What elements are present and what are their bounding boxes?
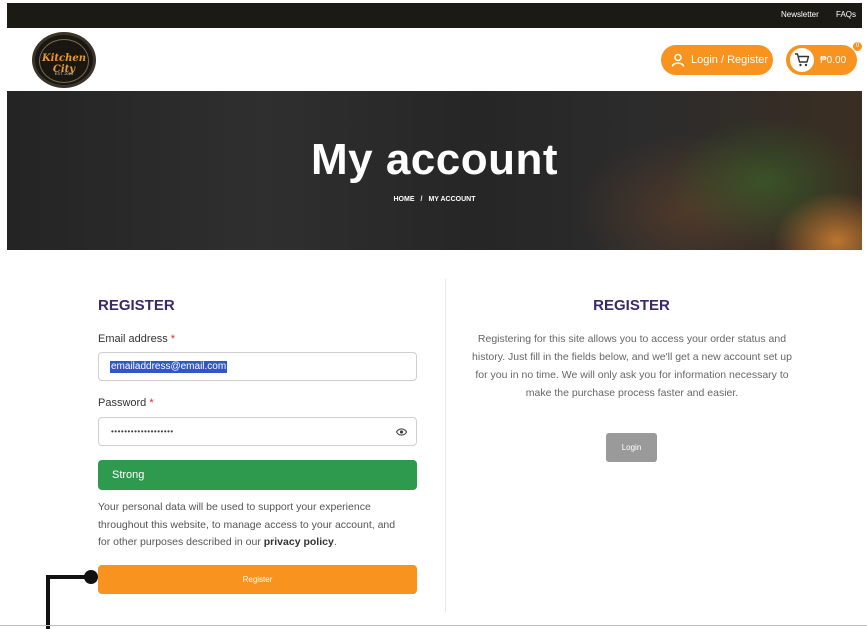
required-mark: * <box>149 397 154 409</box>
breadcrumb-home[interactable]: HOME <box>393 196 414 203</box>
password-label-text: Password <box>98 397 147 409</box>
annotation-pointer-dot <box>84 570 98 584</box>
email-label-text: Email address <box>98 333 168 345</box>
required-mark: * <box>170 333 176 345</box>
login-button[interactable]: Login <box>606 433 657 462</box>
show-password-icon[interactable] <box>396 427 407 437</box>
cart-total: ₱0.00 <box>820 54 847 66</box>
site-header: Kitchen City EST. 2020 Login / Register … <box>7 28 863 91</box>
newsletter-link[interactable]: Newsletter <box>781 10 819 19</box>
password-label: Password * <box>98 397 154 409</box>
cart-count-badge: 0 <box>852 41 863 52</box>
password-field[interactable]: ••••••••••••••••••• <box>98 417 417 446</box>
top-bar: Newsletter FAQs <box>7 3 862 28</box>
user-icon <box>671 53 685 67</box>
breadcrumb-separator: / <box>420 196 423 203</box>
column-divider <box>445 279 446 612</box>
annotation-pointer-vertical <box>46 575 50 629</box>
logo-subtext: EST. 2020 <box>54 71 74 76</box>
bottom-divider <box>0 625 867 626</box>
privacy-policy-link[interactable]: privacy policy <box>264 536 334 548</box>
email-value: emailaddress@email.com <box>110 361 228 373</box>
privacy-end: . <box>333 536 337 548</box>
page-hero: My account HOME / MY ACCOUNT <box>7 91 862 250</box>
login-register-button[interactable]: Login / Register <box>661 45 773 75</box>
email-label: Email address * <box>98 333 175 345</box>
password-strength-meter: Strong <box>98 460 417 490</box>
cart-icon <box>795 53 810 67</box>
breadcrumb-current: MY ACCOUNT <box>428 196 476 203</box>
register-info-text: Registering for this site allows you to … <box>472 333 792 399</box>
cart-icon-circle <box>790 48 814 72</box>
login-register-label: Login / Register <box>691 54 769 66</box>
page-title: My account <box>310 135 559 184</box>
register-form-title: REGISTER <box>98 297 175 314</box>
page: Newsletter FAQs Kitchen City EST. 2020 L… <box>0 0 867 629</box>
cart-button[interactable]: ₱0.00 0 <box>786 41 863 75</box>
email-field[interactable]: emailaddress@email.com <box>98 352 417 381</box>
privacy-notice: Your personal data will be used to suppo… <box>98 499 408 552</box>
privacy-text: Your personal data will be used to suppo… <box>98 501 396 548</box>
password-value: ••••••••••••••••••• <box>111 427 174 436</box>
faqs-link[interactable]: FAQs <box>836 10 856 19</box>
register-info-title: REGISTER <box>593 297 670 314</box>
site-logo[interactable]: Kitchen City EST. 2020 <box>32 32 96 88</box>
breadcrumb: HOME / MY ACCOUNT <box>7 196 862 203</box>
register-button[interactable]: Register <box>98 565 417 594</box>
